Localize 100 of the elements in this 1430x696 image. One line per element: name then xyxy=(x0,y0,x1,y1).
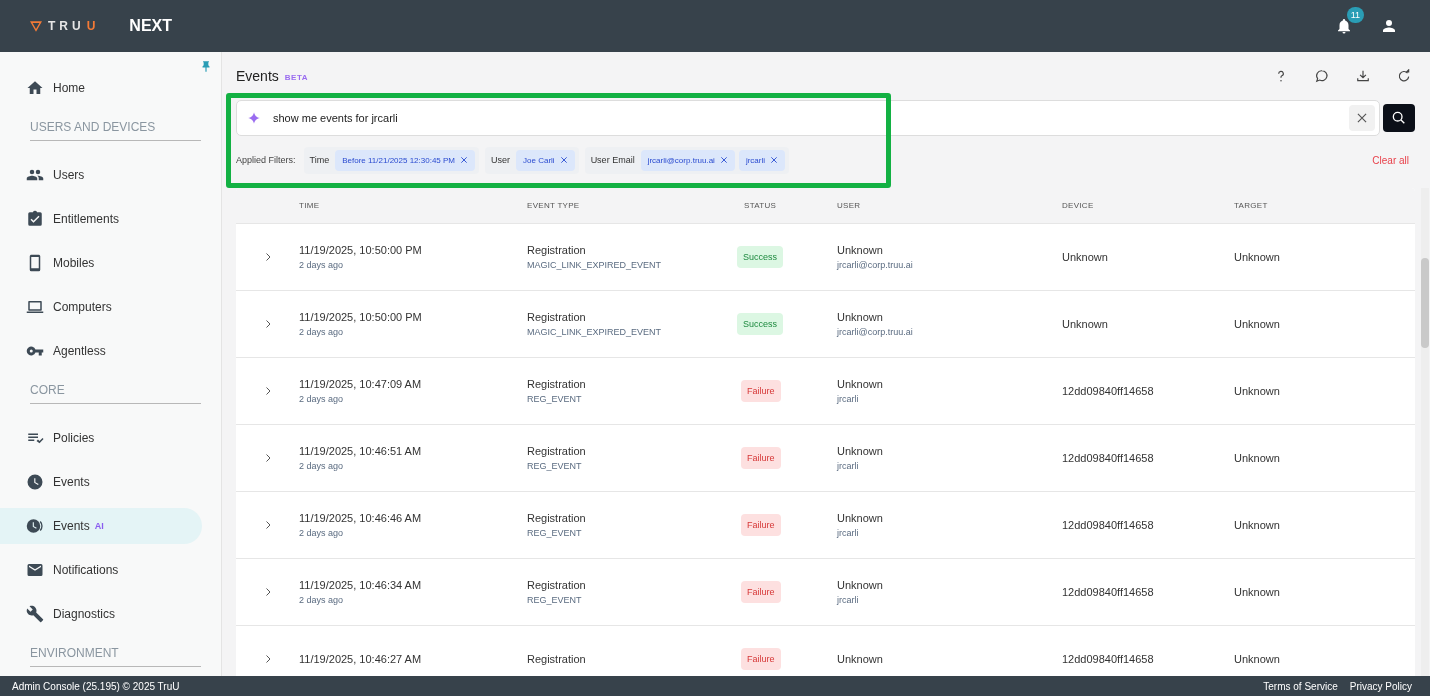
wrench-icon xyxy=(26,605,44,623)
remove-icon[interactable] xyxy=(559,156,568,164)
relative-time: 2 days ago xyxy=(299,595,344,605)
clear-all-link[interactable]: Clear all xyxy=(1372,154,1409,166)
column-header: EVENT TYPE xyxy=(527,201,581,210)
user-name: Unknown xyxy=(837,512,883,524)
time-text: 11/19/2025, 10:46:34 AM xyxy=(299,579,422,591)
target-text: Unknown xyxy=(1234,519,1280,531)
download-icon[interactable] xyxy=(1356,69,1370,83)
event-code: REG_EVENT xyxy=(527,461,582,471)
target-text: Unknown xyxy=(1234,385,1280,397)
status-badge: Failure xyxy=(741,514,781,536)
copyright-text: Admin Console (25.195) © 2025 TruU xyxy=(12,680,180,692)
device-text: Unknown xyxy=(1062,251,1108,263)
close-icon[interactable] xyxy=(1355,111,1369,125)
nav-item[interactable]: Users xyxy=(0,157,202,193)
nav-item[interactable]: Diagnostics xyxy=(0,596,202,632)
relative-time: 2 days ago xyxy=(299,327,344,337)
clock-icon xyxy=(26,473,44,491)
time-text: 11/19/2025, 10:50:00 PM xyxy=(299,311,422,323)
relative-time: 2 days ago xyxy=(299,260,344,270)
comment-icon[interactable] xyxy=(1315,69,1329,83)
search-field[interactable]: show me events for jrcarli xyxy=(236,100,1380,136)
event-code: REG_EVENT xyxy=(527,394,582,404)
clear-search-button[interactable] xyxy=(1349,105,1375,131)
status-badge: Success xyxy=(737,246,783,268)
status-badge: Failure xyxy=(741,581,781,603)
target-text: Unknown xyxy=(1234,653,1280,665)
device-text: 12dd09840ff14658 xyxy=(1062,653,1154,665)
filter-chip[interactable]: jrcarli xyxy=(738,149,785,171)
target-text: Unknown xyxy=(1234,452,1280,464)
filters-label: Applied Filters: xyxy=(236,155,296,165)
time-text: 11/19/2025, 10:50:00 PM xyxy=(299,244,422,256)
event-type: Registration xyxy=(527,378,586,390)
home-icon xyxy=(26,79,44,97)
remove-icon[interactable] xyxy=(770,156,778,164)
event-code: REG_EVENT xyxy=(527,528,582,538)
scrollbar[interactable] xyxy=(1421,188,1429,676)
nav-item[interactable]: Computers xyxy=(0,289,202,325)
target-text: Unknown xyxy=(1234,318,1280,330)
beta-tag: BETA xyxy=(284,72,308,82)
event-type: Registration xyxy=(527,653,586,665)
remove-icon[interactable] xyxy=(460,156,469,164)
laptop-icon xyxy=(26,298,44,316)
nav-item[interactable]: Events xyxy=(0,464,202,500)
time-text: 11/19/2025, 10:46:51 AM xyxy=(299,445,422,457)
target-text: Unknown xyxy=(1234,251,1280,263)
logo-icon xyxy=(30,20,42,32)
user-id: jrcarli xyxy=(837,595,859,605)
product-name: NEXT xyxy=(129,17,172,35)
status-badge: Failure xyxy=(741,380,781,402)
user-id: jrcarli xyxy=(837,461,859,471)
nav-item[interactable]: Notifications xyxy=(0,552,202,588)
remove-icon[interactable] xyxy=(719,156,728,164)
time-text: 11/19/2025, 10:47:09 AM xyxy=(299,378,422,390)
event-code: REG_EVENT xyxy=(527,595,582,605)
user-id: jrcarli xyxy=(837,394,859,404)
column-header: DEVICE xyxy=(1062,201,1095,210)
event-type: Registration xyxy=(527,579,586,591)
search-icon[interactable] xyxy=(1391,110,1407,126)
filter-label: User Email xyxy=(589,155,636,165)
filter-chip[interactable]: jrcarli@corp.truu.ai xyxy=(640,149,735,171)
device-text: 12dd09840ff14658 xyxy=(1062,452,1154,464)
device-text: 12dd09840ff14658 xyxy=(1062,586,1154,598)
nav-item[interactable]: Mobiles xyxy=(0,245,202,281)
user-name: Unknown xyxy=(837,378,883,390)
device-text: Unknown xyxy=(1062,318,1108,330)
event-code: MAGIC_LINK_EXPIRED_EVENT xyxy=(527,327,662,337)
status-badge: Failure xyxy=(741,447,781,469)
nav-item[interactable]: Events AI xyxy=(0,508,202,544)
column-header: TIME xyxy=(299,201,321,210)
user-name: Unknown xyxy=(837,244,883,256)
user-id: jrcarli@corp.truu.ai xyxy=(837,260,913,270)
section-heading: ENVIRONMENT xyxy=(30,646,201,667)
event-code: MAGIC_LINK_EXPIRED_EVENT xyxy=(527,260,662,270)
check-icon xyxy=(26,210,44,228)
mail-icon xyxy=(26,561,44,579)
nav-item[interactable]: Home xyxy=(0,70,202,106)
target-text: Unknown xyxy=(1234,586,1280,598)
nav-item[interactable]: Entitlements xyxy=(0,201,202,237)
nav-item[interactable]: Policies xyxy=(0,420,202,456)
filter-chip[interactable]: Joe Carli xyxy=(516,149,575,171)
ai-tag: AI xyxy=(94,521,104,531)
user-name: Unknown xyxy=(837,579,883,591)
relative-time: 2 days ago xyxy=(299,528,344,538)
column-header: USER xyxy=(837,201,862,210)
page-title: Events xyxy=(236,68,279,84)
section-heading: USERS AND DEVICES xyxy=(30,120,201,141)
time-text: 11/19/2025, 10:46:27 AM xyxy=(299,653,422,665)
search-input[interactable]: show me events for jrcarli xyxy=(271,111,1339,125)
user-name: Unknown xyxy=(837,653,883,665)
footer-link[interactable]: Terms of Service xyxy=(1263,680,1338,692)
notification-count: 11 xyxy=(1346,7,1364,23)
relative-time: 2 days ago xyxy=(299,461,344,471)
refresh-icon[interactable] xyxy=(1397,69,1411,83)
filter-chip[interactable]: Before 11/21/2025 12:30:45 PM xyxy=(335,149,476,171)
footer-link[interactable]: Privacy Policy xyxy=(1349,680,1412,692)
column-header: STATUS xyxy=(743,201,778,210)
search-button[interactable] xyxy=(1383,104,1415,132)
nav-item[interactable]: Agentless xyxy=(0,333,202,369)
